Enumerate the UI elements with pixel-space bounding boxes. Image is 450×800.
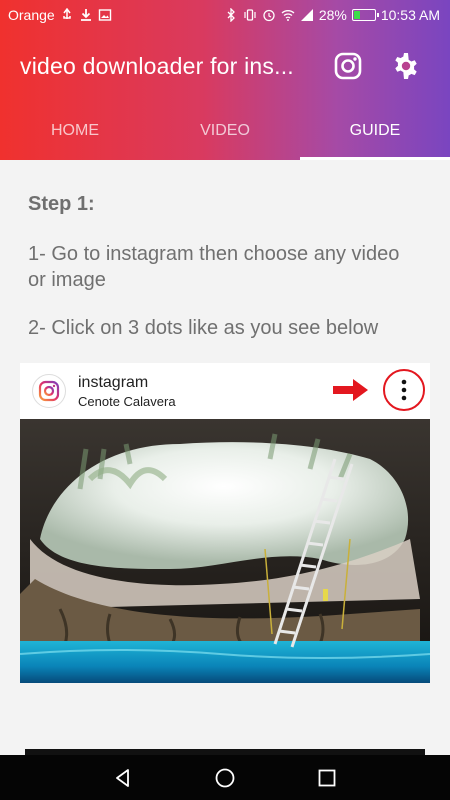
instagram-icon: [334, 52, 362, 80]
post-location: Cenote Calavera: [78, 393, 176, 409]
instagram-avatar: [32, 374, 66, 408]
cenote-photo: [20, 419, 430, 683]
wifi-icon: [281, 8, 295, 22]
instagram-logo-icon: [38, 380, 60, 402]
system-nav-bar: [0, 755, 450, 800]
battery-percent: 28%: [318, 7, 347, 23]
gear-icon: [395, 53, 417, 79]
clock: 10:53 AM: [380, 7, 440, 23]
battery-level: [353, 11, 360, 19]
carrier-label: Orange: [8, 7, 55, 23]
post-image: [20, 419, 430, 683]
vibrate-icon: [243, 8, 257, 22]
image-icon: [98, 8, 112, 22]
app-title: video downloader for ins...: [20, 52, 294, 79]
instruction-2: 2- Click on 3 dots like as you see below: [28, 317, 379, 339]
download-icon: [79, 8, 93, 22]
tab-video[interactable]: VIDEO: [150, 102, 300, 160]
post-more-button[interactable]: [383, 369, 425, 411]
usb-icon: [60, 8, 74, 22]
step-title: Step 1:: [28, 193, 95, 215]
back-icon: [116, 768, 129, 787]
tab-guide[interactable]: GUIDE: [300, 102, 450, 160]
alarm-icon: [262, 8, 276, 22]
nav-home-button[interactable]: [209, 762, 241, 794]
guide-content: Step 1: 1- Go to instagram then choose a…: [0, 160, 450, 755]
instruction-1: 1- Go to instagram then choose any video…: [28, 243, 400, 291]
app-header: Orange 28% 10:53 AM video downloader for…: [0, 0, 450, 160]
example-post: instagram Cenote Calavera: [20, 363, 430, 683]
nav-back-button[interactable]: [107, 762, 139, 794]
status-bar: Orange 28% 10:53 AM: [0, 0, 450, 30]
tab-bar: HOME VIDEO GUIDE: [0, 102, 450, 160]
nav-recents-button[interactable]: [311, 762, 343, 794]
red-arrow-icon: [333, 379, 368, 401]
home-circle-icon: [215, 768, 235, 787]
bluetooth-icon: [224, 8, 238, 22]
toolbar: video downloader for ins...: [0, 30, 450, 102]
signal-icon: [300, 8, 314, 22]
battery-icon: [351, 9, 379, 21]
more-vertical-icon: [401, 379, 407, 401]
settings-button[interactable]: [381, 41, 431, 91]
post-header: instagram Cenote Calavera: [20, 363, 430, 419]
post-username: instagram: [78, 373, 149, 391]
tab-home[interactable]: HOME: [0, 102, 150, 160]
recents-icon: [318, 769, 336, 786]
instagram-button[interactable]: [323, 41, 373, 91]
